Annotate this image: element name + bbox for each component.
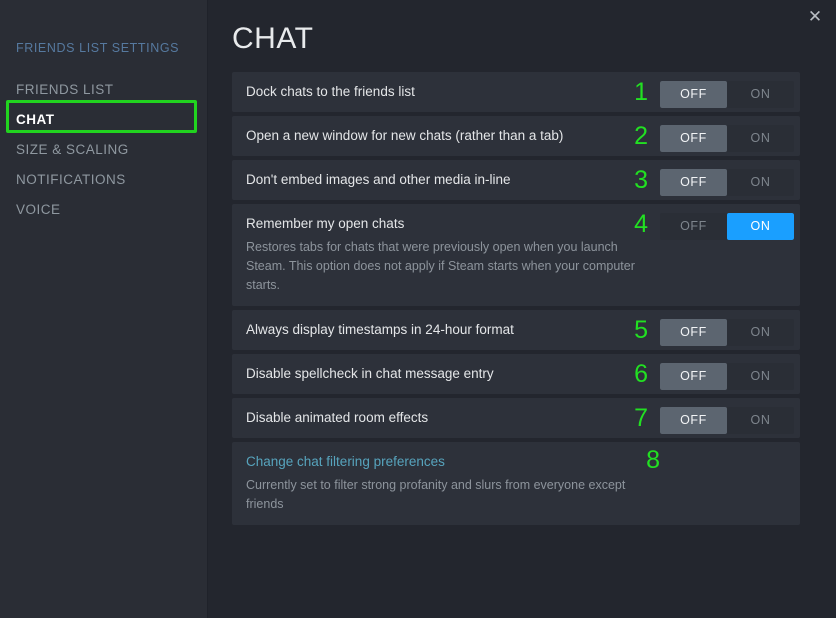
setting-row-24-hour-timestamps: Always display timestamps in 24-hour for… — [232, 310, 800, 350]
sidebar-item-label: CHAT — [16, 112, 55, 127]
sidebar-item-label: NOTIFICATIONS — [16, 172, 126, 187]
toggle-on-segment[interactable]: ON — [727, 125, 794, 152]
close-icon[interactable]: ✕ — [802, 4, 828, 30]
toggle-new-window-for-chats[interactable]: OFF ON — [660, 125, 794, 152]
setting-row-dont-embed-media: Don't embed images and other media in-li… — [232, 160, 800, 200]
toggle-on-segment[interactable]: ON — [727, 319, 794, 346]
toggle-on-segment[interactable]: ON — [727, 169, 794, 196]
toggle-off-segment[interactable]: OFF — [660, 169, 727, 196]
toggle-dont-embed-media[interactable]: OFF ON — [660, 169, 794, 196]
toggle-on-segment[interactable]: ON — [727, 407, 794, 434]
toggle-dock-chats[interactable]: OFF ON — [660, 81, 794, 108]
toggle-on-segment[interactable]: ON — [727, 363, 794, 390]
sidebar-item-friends-list[interactable]: FRIENDS LIST — [0, 75, 208, 105]
toggle-off-segment[interactable]: OFF — [660, 81, 727, 108]
toggle-off-segment[interactable]: OFF — [660, 407, 727, 434]
toggle-remember-open-chats[interactable]: OFF ON — [660, 213, 794, 240]
page-title: CHAT — [232, 22, 314, 55]
sidebar-item-size-and-scaling[interactable]: SIZE & SCALING — [0, 135, 208, 165]
sidebar-item-label: SIZE & SCALING — [16, 142, 129, 157]
toggle-off-segment[interactable]: OFF — [660, 125, 727, 152]
sidebar-item-notifications[interactable]: NOTIFICATIONS — [0, 165, 208, 195]
settings-sidebar: FRIENDS LIST SETTINGS FRIENDS LIST CHAT … — [0, 0, 208, 618]
setting-row-new-window-for-chats: Open a new window for new chats (rather … — [232, 116, 800, 156]
sidebar-item-label: FRIENDS LIST — [16, 82, 114, 97]
sidebar-item-chat[interactable]: CHAT — [0, 105, 208, 135]
toggle-off-segment[interactable]: OFF — [660, 363, 727, 390]
settings-list: Dock chats to the friends list 1 OFF ON … — [232, 72, 800, 525]
setting-row-chat-filtering: Change chat filtering preferences Curren… — [232, 442, 800, 525]
settings-main-panel: ✕ CHAT Dock chats to the friends list 1 … — [208, 0, 836, 618]
setting-description: Currently set to filter strong profanity… — [246, 478, 626, 511]
chat-filtering-preferences-link[interactable]: Change chat filtering preferences — [246, 453, 786, 471]
setting-row-dock-chats: Dock chats to the friends list 1 OFF ON — [232, 72, 800, 112]
setting-row-disable-spellcheck: Disable spellcheck in chat message entry… — [232, 354, 800, 394]
toggle-off-segment[interactable]: OFF — [660, 213, 727, 240]
toggle-on-segment[interactable]: ON — [727, 213, 794, 240]
setting-description: Restores tabs for chats that were previo… — [246, 240, 635, 292]
toggle-24-hour-timestamps[interactable]: OFF ON — [660, 319, 794, 346]
sidebar-item-label: VOICE — [16, 202, 61, 217]
toggle-disable-spellcheck[interactable]: OFF ON — [660, 363, 794, 390]
toggle-disable-room-effects[interactable]: OFF ON — [660, 407, 794, 434]
toggle-on-segment[interactable]: ON — [727, 81, 794, 108]
toggle-off-segment[interactable]: OFF — [660, 319, 727, 346]
sidebar-item-voice[interactable]: VOICE — [0, 195, 208, 225]
sidebar-header: FRIENDS LIST SETTINGS — [16, 41, 180, 55]
setting-row-remember-open-chats: Remember my open chats Restores tabs for… — [232, 204, 800, 306]
setting-row-disable-room-effects: Disable animated room effects 7 OFF ON — [232, 398, 800, 438]
friends-list-settings-window: FRIENDS LIST SETTINGS FRIENDS LIST CHAT … — [0, 0, 836, 618]
